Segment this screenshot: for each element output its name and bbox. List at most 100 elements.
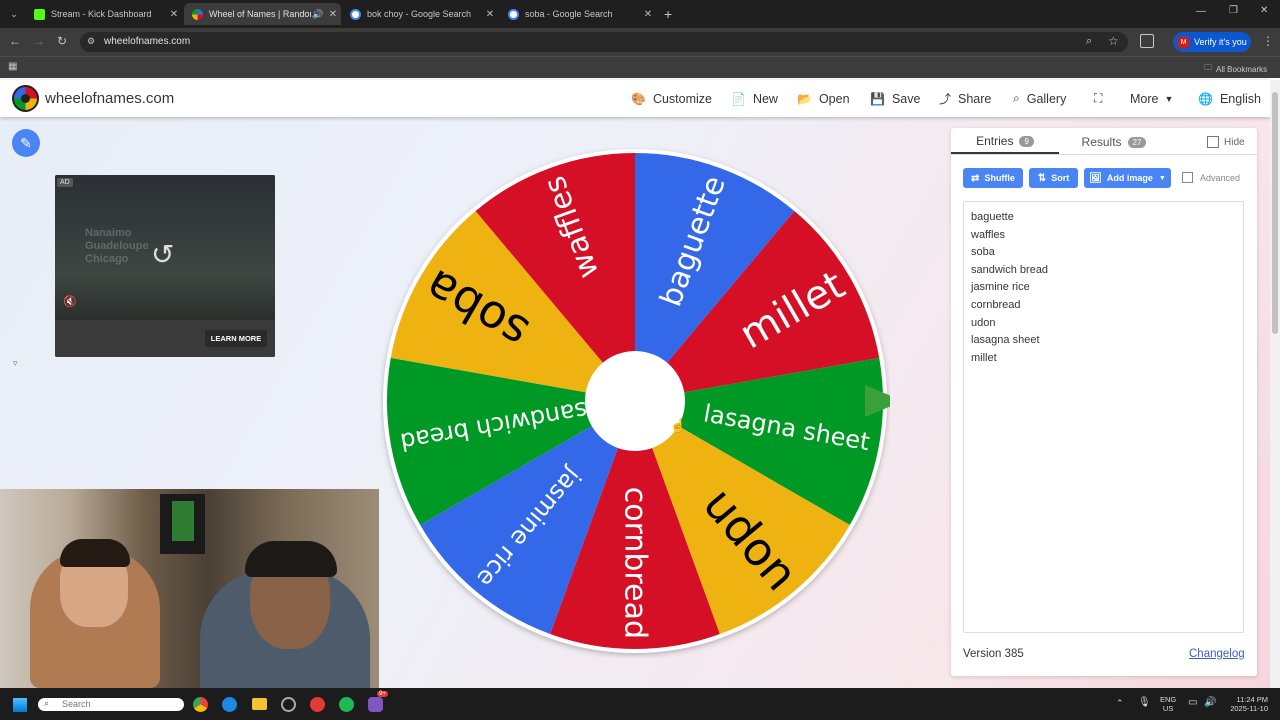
opera-taskbar-icon[interactable] [310,697,325,712]
restore-icon[interactable]: ❐ [1229,5,1238,16]
edit-pencil-button[interactable]: ✎ [12,129,40,157]
app-taskbar-icon[interactable] [281,697,296,712]
more-label: More [1130,91,1159,106]
discord-taskbar-icon[interactable] [368,697,383,712]
language-label: English [1219,91,1261,106]
mute-icon[interactable]: 🔇 [63,295,77,308]
zoom-icon[interactable]: ⌕ [1086,35,1092,48]
tray-chevron-icon[interactable]: ⌃ [1116,698,1124,709]
spotify-taskbar-icon[interactable] [339,697,354,712]
tab-soba-search[interactable]: soba - Google Search ✕ [500,3,656,25]
search-icon: ⌕ [1013,91,1020,105]
close-tab-icon[interactable]: ✕ [482,9,498,20]
entries-count-badge: 9 [1019,135,1034,147]
ad-overlay-text: Nanaimo Guadeloupe Chicago [85,227,149,266]
hide-toggle[interactable]: Hide [1207,136,1245,148]
entries-tab-label: Entries [976,134,1014,148]
clock-date: 2025-11-10 [1230,704,1268,713]
windows-start-icon[interactable] [13,698,27,712]
new-file-icon: 📄 [731,91,746,106]
advanced-checkbox[interactable] [1182,172,1193,183]
page-scrollbar-thumb[interactable] [1272,92,1278,334]
advanced-toggle[interactable]: Advanced [1182,172,1240,183]
tab-kick-dashboard[interactable]: Stream - Kick Dashboard ✕ [26,3,182,25]
sort-button[interactable]: ⇅ Sort [1029,168,1078,188]
tab-title: soba - Google Search [525,9,613,19]
name-wheel[interactable]: baguette milletlasagna sheetudoncornbread… [380,148,890,658]
changelog-link[interactable]: Changelog [1189,648,1245,660]
microphone-icon[interactable]: 🎙 [1138,697,1151,708]
all-bookmarks-label: All Bookmarks [1216,64,1268,74]
address-bar[interactable]: ⚙ wheelofnames.com ⌕ ☆ [80,32,1128,52]
wheel-favicon-icon [192,8,203,20]
edge-taskbar-icon[interactable] [222,697,237,712]
chrome-taskbar-icon[interactable] [193,697,208,712]
open-label: Open [818,91,850,106]
back-arrow-icon[interactable]: ← [9,34,21,48]
save-button[interactable]: 💾 Save [870,80,920,117]
pencil-icon: ✎ [20,135,32,151]
gallery-button[interactable]: ⌕ Gallery [1013,80,1066,117]
close-tab-icon[interactable]: ✕ [640,9,656,20]
hide-checkbox[interactable] [1207,136,1219,148]
video-ad[interactable]: AD Nanaimo Guadeloupe Chicago ↺ 🔇 LEARN … [55,175,275,357]
ad-overlay-line: Guadeloupe [85,240,149,252]
site-logo-text[interactable]: wheelofnames.com [45,90,174,107]
fullscreen-button[interactable]: ⛶ [1094,80,1109,117]
advanced-label: Advanced [1200,172,1241,183]
ad-overlay-line: Nanaimo [85,227,132,239]
kick-favicon-icon [34,8,45,20]
close-window-icon[interactable]: ✕ [1260,5,1268,16]
network-icon[interactable]: ▭ [1188,697,1197,708]
minimize-icon[interactable]: — [1196,6,1206,17]
tab-bok-choy-search[interactable]: bok choy - Google Search ✕ [342,3,498,25]
google-favicon-icon [508,8,519,20]
entry-line: baguette [971,211,1014,223]
close-tab-icon[interactable]: ✕ [325,9,341,20]
replay-icon[interactable]: ↺ [151,238,174,271]
new-tab-plus-icon[interactable]: + [664,6,678,22]
tab-title: Stream - Kick Dashboard [51,9,152,19]
site-logo-icon[interactable] [12,85,39,112]
taskbar-search-box[interactable]: ⌕ Search [38,698,184,711]
bookmark-star-icon[interactable]: ☆ [1108,34,1119,48]
speaker-icon[interactable]: 🔊 [311,9,325,20]
close-tab-icon[interactable]: ✕ [166,9,182,20]
save-label: Save [891,91,921,106]
apps-grid-icon[interactable]: ▦ [8,61,17,72]
forward-arrow-icon[interactable]: → [33,34,45,48]
language-button[interactable]: 🌐 English [1198,80,1261,117]
all-bookmarks-button[interactable]: 🗀 All Bookmarks [1204,62,1267,76]
extensions-icon[interactable] [1140,34,1154,48]
taskbar-search-placeholder: Search [62,699,91,709]
tab-wheel-of-names[interactable]: Wheel of Names | Random 🔊 ✕ [184,3,341,25]
wheel-center-button[interactable] [585,351,685,451]
share-icon: ⤴ [939,92,952,106]
tab-entries[interactable]: Entries 9 [951,130,1059,154]
search-icon: ⌕ [44,698,50,708]
learn-more-button[interactable]: LEARN MORE [205,330,267,347]
file-explorer-taskbar-icon[interactable] [252,698,267,710]
verify-profile-button[interactable]: M Verify it's you [1173,32,1251,52]
add-image-button[interactable]: 🖼 Add image ▼ [1084,168,1171,188]
webcam-poster-art [172,501,194,541]
gallery-label: Gallery [1026,91,1067,106]
tab-search-chevron-icon[interactable]: ⌄ [6,6,22,22]
volume-icon[interactable]: 🔊 [1204,697,1216,708]
customize-button[interactable]: 🎨 Customize [631,80,712,117]
webcam-overlay [0,489,379,688]
more-menu-button[interactable]: More ▼ [1130,80,1173,117]
sort-label: Sort [1051,173,1070,183]
language-indicator[interactable]: ENG US [1160,695,1176,713]
adchoices-icon[interactable]: ▿ [13,358,18,369]
verify-label: Verify it's you [1194,37,1247,47]
clock[interactable]: 11:24 PM 2025-11-10 [1222,695,1268,713]
open-button[interactable]: 📂 Open [797,80,850,117]
shuffle-button[interactable]: ⇄ Shuffle [963,168,1023,188]
browser-menu-icon[interactable]: ⋮ [1262,34,1274,48]
site-info-icon[interactable]: ⚙ [87,36,95,47]
new-button[interactable]: 📄 New [731,80,778,117]
reload-icon[interactable]: ↻ [57,34,67,48]
share-button[interactable]: ⤴ Share [939,80,991,117]
tab-results[interactable]: Results 27 [1060,130,1168,154]
